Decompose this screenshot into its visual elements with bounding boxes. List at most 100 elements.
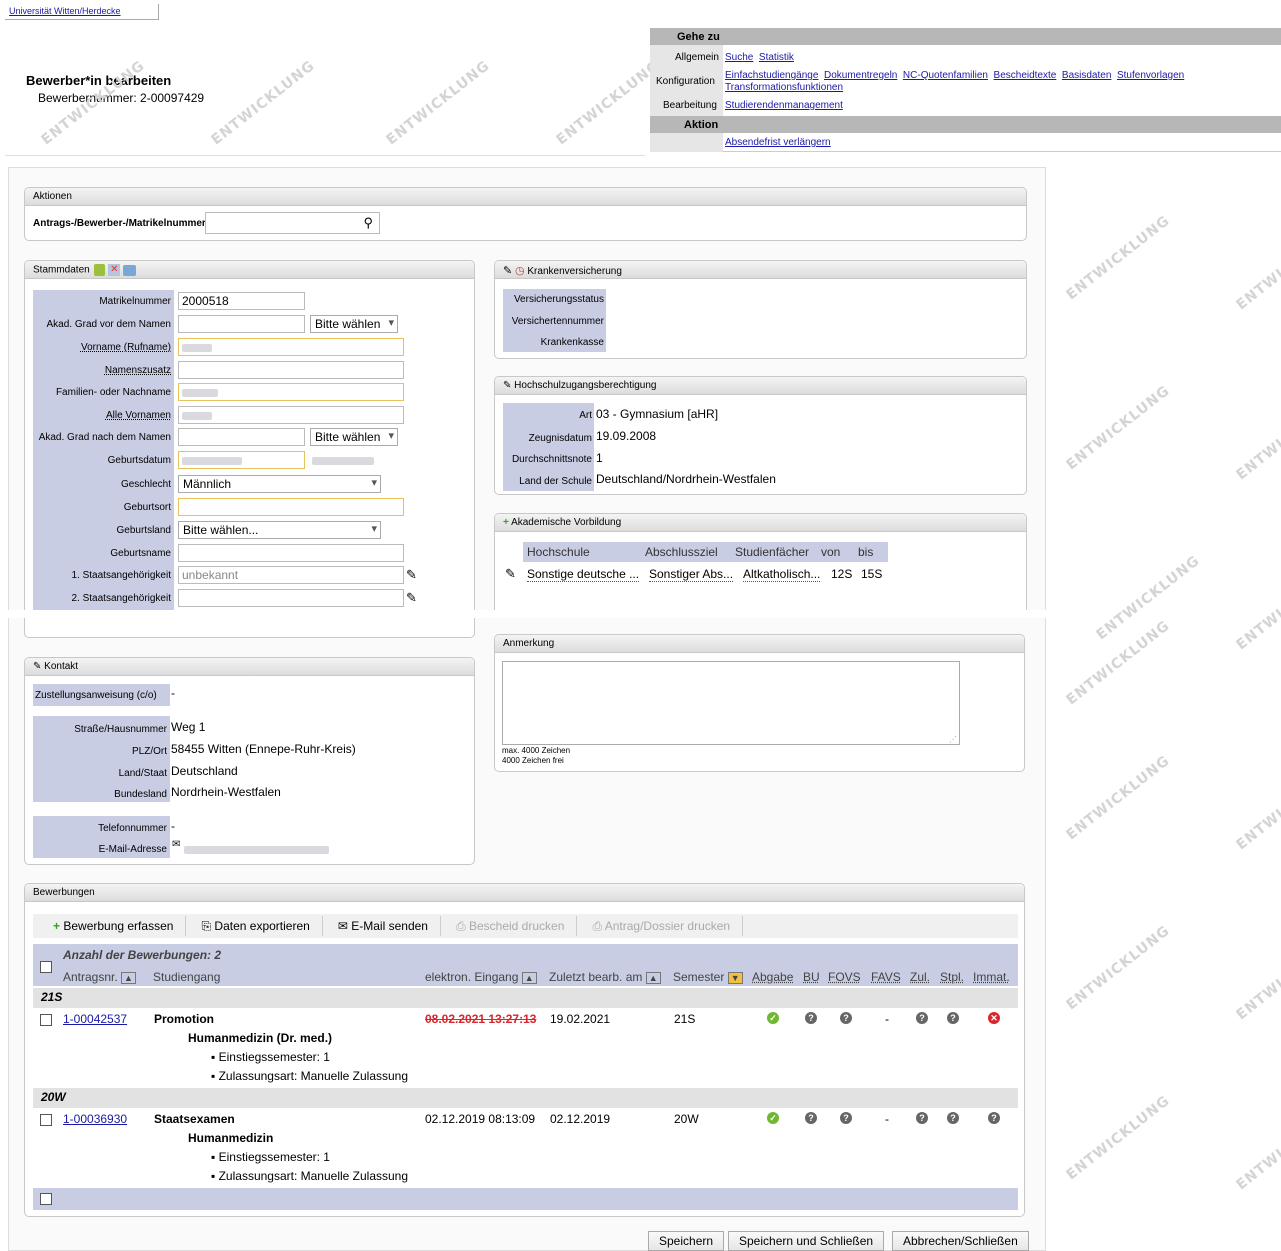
edit-icon[interactable]: ✎: [33, 661, 41, 672]
question-icon[interactable]: ?: [947, 1012, 959, 1024]
mail-icon[interactable]: ✉: [172, 839, 180, 850]
edit-vorbildung-icon[interactable]: ✎: [505, 566, 516, 582]
aktionen-panel: Aktionen Antrags-/Bewerber-/Matrikelnumm…: [24, 187, 1027, 241]
nav-link-basisdaten[interactable]: Basisdaten: [1062, 70, 1111, 81]
nav-link-bescheidtexte[interactable]: Bescheidtexte: [994, 70, 1057, 81]
sort-asc-icon[interactable]: ▲: [521, 972, 537, 984]
nav-konfiguration-label: Konfiguration: [656, 76, 715, 87]
lock-icon[interactable]: [94, 264, 106, 276]
email-senden-button[interactable]: ✉ E-Mail senden: [326, 916, 441, 936]
vorname-field[interactable]: [178, 338, 404, 356]
matrikelnummer-field[interactable]: 2000518: [178, 292, 305, 310]
geburtsdatum-field[interactable]: [178, 451, 305, 469]
col-zul[interactable]: Zul.: [910, 970, 930, 984]
cancel-close-button[interactable]: Abbrechen/Schließen: [892, 1231, 1029, 1251]
nav-link-dokumentregeln[interactable]: Dokumentregeln: [824, 70, 897, 81]
bescheid-drucken-button[interactable]: ⎙ Bescheid drucken: [444, 916, 578, 936]
row-checkbox[interactable]: [40, 1114, 52, 1126]
check-icon[interactable]: ✓: [767, 1012, 779, 1024]
col-bis[interactable]: bis: [858, 545, 873, 559]
nav-link-einfachstudiengaenge[interactable]: Einfachstudiengänge: [725, 70, 818, 81]
question-icon[interactable]: ?: [916, 1112, 928, 1124]
search-input[interactable]: ⚲: [205, 212, 380, 234]
university-link[interactable]: Universität Witten/Herdecke: [9, 6, 121, 16]
col-immat[interactable]: Immat.: [973, 970, 1010, 984]
select-all-footer-checkbox[interactable]: [40, 1193, 52, 1205]
save-button[interactable]: Speichern: [648, 1231, 725, 1251]
grad-nach-field[interactable]: [178, 428, 305, 446]
col-von[interactable]: von: [821, 545, 840, 559]
col-bu[interactable]: BU: [803, 970, 820, 984]
question-icon[interactable]: ?: [840, 1112, 852, 1124]
question-icon[interactable]: ?: [805, 1112, 817, 1124]
edit-staat2-icon[interactable]: ✎: [406, 590, 417, 606]
staat2-field[interactable]: [178, 589, 404, 607]
col-hochschule[interactable]: Hochschule: [527, 545, 590, 559]
add-icon[interactable]: +: [503, 517, 509, 528]
namenszusatz-field[interactable]: [178, 361, 404, 379]
question-icon[interactable]: ?: [988, 1112, 1000, 1124]
bewerbung-erfassen-button[interactable]: + Bewerbung erfassen: [41, 916, 187, 936]
select-all-checkbox[interactable]: [40, 961, 52, 973]
alle-vornamen-field[interactable]: [178, 406, 404, 424]
nav-link-suche[interactable]: Suche: [725, 52, 753, 63]
col-studienfaecher[interactable]: Studienfächer: [735, 545, 809, 559]
col-studiengang[interactable]: Studiengang: [153, 970, 220, 984]
history-icon[interactable]: ◷: [515, 265, 525, 277]
col-antragsnr[interactable]: Antragsnr. ▲: [63, 970, 136, 984]
col-semester[interactable]: Semester ▼: [673, 970, 743, 984]
antrag-dossier-drucken-button[interactable]: ⎙ Antrag/Dossier drucken: [580, 916, 744, 936]
nav-box: Gehe zu Allgemein Suche Statistik Konfig…: [650, 28, 1281, 152]
geburtsland-select[interactable]: Bitte wählen...: [178, 521, 381, 539]
daten-exportieren-button[interactable]: ⎘ Daten exportieren: [189, 916, 323, 936]
check-icon[interactable]: ✓: [767, 1112, 779, 1124]
search-icon[interactable]: ⚲: [363, 215, 373, 231]
grad-nach-select[interactable]: Bitte wählen: [310, 428, 398, 446]
geburtsort-field[interactable]: [178, 498, 404, 516]
geburtsname-field[interactable]: [178, 544, 404, 562]
geschlecht-select[interactable]: Männlich: [178, 475, 381, 493]
col-abschlussziel[interactable]: Abschlussziel: [645, 545, 718, 559]
label-staat1: 1. Staatsangehörigkeit: [71, 570, 171, 581]
col-stpl[interactable]: Stpl.: [940, 970, 964, 984]
anmerkung-textarea[interactable]: ⋰: [502, 661, 960, 745]
nav-link-transformationsfunktionen[interactable]: Transformationsfunktionen: [725, 82, 843, 93]
label-geburtsname: Geburtsname: [110, 548, 171, 559]
card-icon[interactable]: [123, 264, 137, 276]
error-icon[interactable]: ✕: [988, 1012, 1000, 1024]
nav-link-absendefrist[interactable]: Absendefrist verlängern: [725, 137, 831, 148]
sort-desc-icon[interactable]: ▼: [727, 972, 743, 984]
question-icon[interactable]: ?: [805, 1012, 817, 1024]
edit-icon[interactable]: ✎: [503, 380, 511, 391]
edit-staat1-icon[interactable]: ✎: [406, 567, 417, 583]
vorbildung-von: 12S: [831, 567, 853, 581]
question-icon[interactable]: ?: [840, 1012, 852, 1024]
question-icon[interactable]: ?: [947, 1112, 959, 1124]
col-zuletzt[interactable]: Zuletzt bearb. am ▲: [549, 970, 661, 984]
sort-asc-icon[interactable]: ▲: [121, 972, 136, 984]
add-icon: +: [53, 919, 64, 933]
grad-vor-select[interactable]: Bitte wählen: [310, 315, 398, 333]
row-checkbox[interactable]: [40, 1014, 52, 1026]
nav-link-nc-quotenfamilien[interactable]: NC-Quotenfamilien: [903, 70, 988, 81]
col-eingang[interactable]: elektron. Eingang ▲: [425, 970, 537, 984]
label-grad-vor: Akad. Grad vor dem Namen: [46, 319, 172, 330]
staat1-field[interactable]: unbekannt: [178, 566, 404, 584]
watermark: ENTWICKLUNG: [1233, 762, 1281, 854]
question-icon[interactable]: ?: [916, 1012, 928, 1024]
application-number-link[interactable]: 1-00036930: [63, 1112, 127, 1126]
familienname-field[interactable]: [178, 383, 404, 401]
nav-link-studierendenmanagement[interactable]: Studierendenmanagement: [725, 100, 843, 111]
edit-icon[interactable]: ✎: [503, 265, 512, 277]
nav-link-stufenvorlagen[interactable]: Stufenvorlagen: [1117, 70, 1184, 81]
nav-link-statistik[interactable]: Statistik: [759, 52, 794, 63]
save-close-button[interactable]: Speichern und Schließen: [728, 1231, 885, 1251]
resize-handle-icon[interactable]: ⋰: [949, 735, 957, 744]
col-favs[interactable]: FAVS: [871, 970, 901, 984]
application-number-link[interactable]: 1-00042537: [63, 1012, 127, 1026]
delete-user-icon[interactable]: ✕: [108, 264, 121, 276]
grad-vor-field[interactable]: [178, 315, 305, 333]
col-abgabe[interactable]: Abgabe: [752, 970, 793, 984]
col-fovs[interactable]: FOVS: [828, 970, 861, 984]
sort-asc-icon[interactable]: ▲: [645, 972, 661, 984]
